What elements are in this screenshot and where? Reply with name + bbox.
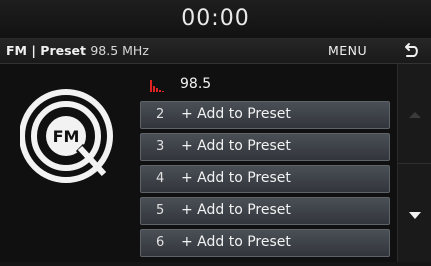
preset-number: 6: [156, 235, 165, 250]
scroll-panel: [397, 64, 431, 262]
back-arrow-icon: [405, 43, 418, 57]
preset-row[interactable]: 4 + Add to Preset: [140, 165, 390, 193]
preset-label: + Add to Preset: [181, 170, 291, 186]
mode-label: Preset: [40, 43, 86, 58]
preset-label: + Add to Preset: [181, 106, 291, 122]
preset-number: 3: [156, 139, 165, 154]
preset-number: 5: [156, 203, 165, 218]
separator: |: [31, 43, 36, 58]
preset-label: + Add to Preset: [181, 234, 291, 250]
current-station-row[interactable]: 98.5: [140, 71, 390, 97]
band-label: FM: [6, 43, 27, 58]
scroll-down-icon: [409, 212, 421, 219]
fm-radio-icon: FM: [20, 89, 113, 183]
header-bar: FM | Preset 98.5 MHz MENU: [0, 39, 431, 64]
back-button[interactable]: [395, 39, 425, 63]
scroll-up-icon: [409, 112, 421, 118]
preset-row[interactable]: 5 + Add to Preset: [140, 197, 390, 225]
menu-button[interactable]: MENU: [328, 43, 367, 58]
main-panel: FM 98.5 2 + Add to Preset 3 + Add to Pre…: [0, 64, 431, 262]
source-title: FM | Preset 98.5 MHz: [6, 43, 149, 58]
clock: 00:00: [181, 6, 250, 31]
scroll-down-button[interactable]: [398, 164, 431, 262]
current-frequency: 98.5: [180, 76, 212, 92]
preset-number: 2: [156, 107, 165, 122]
preset-row[interactable]: 3 + Add to Preset: [140, 133, 390, 161]
logo-text: FM: [53, 127, 80, 146]
preset-number: 4: [156, 171, 165, 186]
preset-label: + Add to Preset: [181, 202, 291, 218]
header-frequency: 98.5 MHz: [90, 43, 149, 58]
scroll-up-button[interactable]: [398, 64, 431, 164]
preset-label: + Add to Preset: [181, 138, 291, 154]
preset-row[interactable]: 6 + Add to Preset: [140, 229, 390, 257]
signal-strength-icon: [150, 80, 164, 92]
preset-row[interactable]: 2 + Add to Preset: [140, 101, 390, 129]
status-bar: 00:00: [0, 0, 431, 39]
